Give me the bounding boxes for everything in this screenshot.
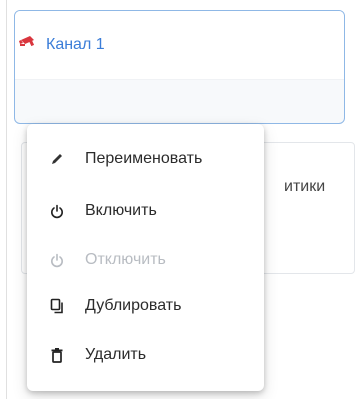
- menu-item-label: Переименовать: [85, 150, 203, 167]
- channel-title-row[interactable]: Канал 1: [18, 34, 105, 55]
- menu-item-delete[interactable]: Удалить: [27, 333, 264, 377]
- camera-icon: [18, 34, 38, 55]
- menu-item-disable: Отключить: [27, 238, 264, 282]
- channel-title: Канал 1: [46, 35, 105, 53]
- menu-item-duplicate[interactable]: Дублировать: [27, 284, 264, 328]
- menu-item-label: Дублировать: [85, 297, 182, 314]
- context-menu: Переименовать Включить Отключить Дублиро…: [27, 124, 264, 391]
- pencil-icon: [49, 151, 65, 167]
- power-icon: [49, 252, 65, 268]
- menu-item-enable[interactable]: Включить: [27, 189, 264, 233]
- power-icon: [49, 203, 65, 219]
- menu-item-label: Включить: [85, 202, 157, 219]
- channel-card[interactable]: [14, 10, 345, 124]
- menu-item-label: Удалить: [85, 346, 147, 363]
- menu-item-label: Отключить: [85, 251, 166, 268]
- trash-icon: [49, 347, 65, 363]
- menu-item-rename[interactable]: Переименовать: [27, 137, 264, 181]
- copy-icon: [49, 298, 65, 314]
- background-card-text: итики: [284, 178, 326, 195]
